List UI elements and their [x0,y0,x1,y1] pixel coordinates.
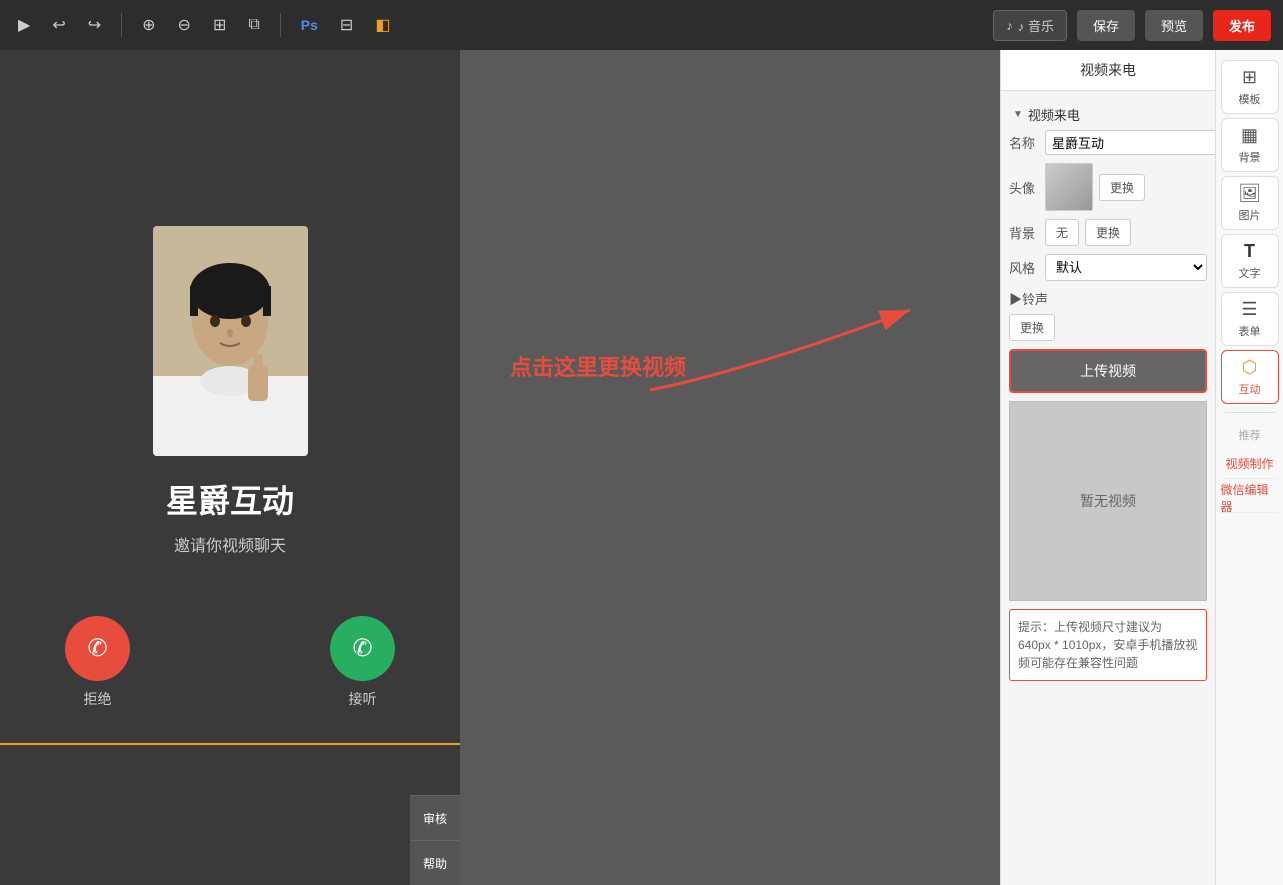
sidebar-item-text[interactable]: T 文字 [1221,234,1279,288]
left-panel: 星爵互动 邀请你视频聊天 ✆ 拒绝 ✆ 接听 [0,50,460,885]
main-area: 星爵互动 邀请你视频聊天 ✆ 拒绝 ✆ 接听 [0,50,1283,885]
ringtone-change-button[interactable]: 更换 [1009,314,1055,341]
video-preview-area: 暂无视频 [1009,401,1207,601]
accept-group: ✆ 接听 [330,616,395,709]
zoom-out-icon[interactable]: ⊖ [172,11,197,39]
action-buttons: ✆ 拒绝 ✆ 接听 [65,616,395,709]
template-label: 模板 [1239,91,1261,107]
ringtone-change-row: 更换 [1009,314,1207,341]
grid-icon[interactable]: ⊞ [207,11,232,39]
template-icon: ⊞ [1242,67,1257,88]
sidebar-divider [1225,412,1275,413]
canvas-area[interactable]: 点击这里更换视频 [460,50,1000,885]
hint-text: 提示：上传视频尺寸建议为 640px * 1010px，安卓手机播放视频可能存在… [1018,620,1197,670]
caller-subtitle: 邀请你视频聊天 [174,532,286,556]
name-input[interactable] [1045,130,1215,155]
help-button[interactable]: 帮助 [410,840,460,885]
bg-label: 背景 [1009,223,1039,242]
text-label: 文字 [1239,265,1261,281]
separator-1 [121,13,122,37]
image-label: 图片 [1239,207,1261,223]
publish-button[interactable]: 发布 [1213,10,1271,41]
separator-2 [280,13,281,37]
form-icon: ☰ [1241,299,1257,320]
section-triangle-icon: ▼ [1013,109,1023,120]
upload-video-button[interactable]: 上传视频 [1009,349,1207,393]
reject-label: 拒绝 [84,689,112,709]
avatar-thumbnail [1045,163,1093,211]
avatar-label: 头像 [1009,178,1039,197]
interact-label: 互动 [1239,381,1261,397]
toolbar: ▶ ↩ ↪ ⊕ ⊖ ⊞ ⧉ Ps ⊟ ◧ ♪ ♪ 音乐 保存 预览 发布 [0,0,1283,50]
align-icon[interactable]: ⊟ [334,11,359,39]
undo-icon[interactable]: ↩ [46,11,71,39]
reject-group: ✆ 拒绝 [65,616,130,709]
panel-header: 视频来电 [1001,50,1215,91]
ps-icon[interactable]: Ps [295,13,324,37]
style-select[interactable]: 默认 [1045,254,1207,281]
arrow-svg [630,290,950,410]
ringtone-label: ▶铃声 [1009,289,1048,308]
music-button[interactable]: ♪ ♪ 音乐 [993,10,1067,41]
music-label: ♪ 音乐 [1018,16,1054,35]
ringtone-row: ▶铃声 [1009,289,1207,308]
interact-icon: ⬡ [1242,357,1258,378]
hint-box: 提示：上传视频尺寸建议为 640px * 1010px，安卓手机播放视频可能存在… [1009,609,1207,681]
divider-line [0,743,460,745]
recommend-label: 推荐 [1239,427,1261,443]
annotation-text: 点击这里更换视频 [510,350,686,382]
style-row: 风格 默认 [1009,254,1207,281]
section-header[interactable]: ▼ 视频来电 [1009,99,1207,130]
form-label: 表单 [1239,323,1261,339]
reject-button[interactable]: ✆ [65,616,130,681]
gradient-icon[interactable]: ◧ [369,11,396,39]
bg-none-button[interactable]: 无 [1045,219,1079,246]
accept-label: 接听 [349,689,377,709]
properties-panel: ▼ 视频来电 名称 头像 更换 背景 无 更换 [1001,91,1215,885]
video-make-label: 视频制作 [1225,455,1273,472]
music-note-icon: ♪ [1006,18,1013,33]
bottom-side-buttons: 审核 帮助 [410,795,460,885]
save-button[interactable]: 保存 [1077,10,1135,41]
play-icon[interactable]: ▶ [12,11,36,39]
sidebar-video-make[interactable]: 视频制作 [1221,449,1279,479]
name-row: 名称 [1009,130,1207,155]
sidebar-item-interact[interactable]: ⬡ 互动 [1221,350,1279,404]
no-video-label: 暂无视频 [1080,491,1136,511]
accept-phone-icon: ✆ [352,634,372,663]
avatar-thumb-img [1046,164,1092,210]
section-title: 视频来电 [1028,105,1080,124]
right-panel: 视频来电 ▼ 视频来电 名称 头像 更换 背景 [1000,50,1215,885]
avatar-change-button[interactable]: 更换 [1099,174,1145,201]
wechat-editor-label: 微信编辑器 [1221,481,1279,515]
sidebar-wechat-editor[interactable]: 微信编辑器 [1221,483,1279,513]
annotation-container: 点击这里更换视频 [510,350,686,392]
zoom-in-icon[interactable]: ⊕ [136,11,161,39]
bg-row: 背景 无 更换 [1009,219,1207,246]
layers-icon[interactable]: ⧉ [242,12,265,38]
caller-name: 星爵互动 [166,476,294,522]
image-icon: 🖼 [1238,183,1261,204]
far-right-sidebar: ⊞ 模板 ▦ 背景 🖼 图片 T 文字 ☰ 表单 ⬡ 互动 推荐 视频制作 微信… [1215,50,1283,885]
accept-button[interactable]: ✆ [330,616,395,681]
avatar-image [153,226,308,456]
bg-label: 背景 [1239,149,1261,165]
sidebar-item-bg[interactable]: ▦ 背景 [1221,118,1279,172]
preview-button[interactable]: 预览 [1145,10,1203,41]
avatar-row: 头像 更换 [1009,163,1207,211]
phone-preview: 星爵互动 邀请你视频聊天 ✆ 拒绝 ✆ 接听 [65,206,395,729]
avatar-svg [153,226,308,456]
bg-change-button[interactable]: 更换 [1085,219,1131,246]
review-button[interactable]: 审核 [410,795,460,840]
bg-icon: ▦ [1241,125,1258,146]
redo-icon[interactable]: ↪ [82,11,107,39]
sidebar-item-image[interactable]: 🖼 图片 [1221,176,1279,230]
sidebar-item-template[interactable]: ⊞ 模板 [1221,60,1279,114]
text-icon: T [1244,241,1255,262]
style-label: 风格 [1009,258,1039,277]
sidebar-item-form[interactable]: ☰ 表单 [1221,292,1279,346]
name-label: 名称 [1009,133,1039,152]
reject-phone-icon: ✆ [87,634,107,663]
